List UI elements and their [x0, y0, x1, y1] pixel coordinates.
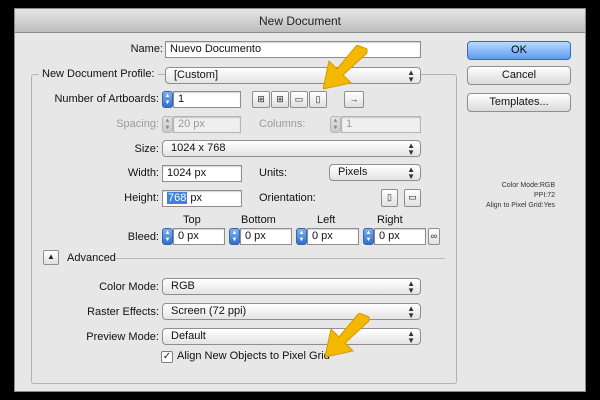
arrange-by-column-icon[interactable]: ▯: [309, 91, 327, 108]
units-label: Units:: [259, 167, 288, 179]
popup-arrows-icon: ▲ ▼: [407, 304, 415, 320]
popup-arrows-icon: ▲ ▼: [407, 329, 415, 345]
advanced-label: Advanced: [67, 252, 116, 264]
ok-button[interactable]: OK: [467, 41, 571, 60]
bleed-top-stepper[interactable]: ▲ ▼: [162, 228, 173, 245]
height-unit-text: px: [187, 192, 203, 204]
right-to-left-layout-icon[interactable]: →: [344, 91, 364, 108]
arrange-by-row-icon[interactable]: ▭: [290, 91, 308, 108]
advanced-divider: [115, 258, 445, 259]
size-value: 1024 x 768: [171, 142, 226, 154]
preview-mode-popup[interactable]: Default ▲ ▼: [162, 328, 421, 345]
spacing-stepper[interactable]: ▲ ▼: [162, 116, 173, 133]
bleed-left-input[interactable]: 0 px: [307, 228, 359, 245]
spacing-input[interactable]: 20 px: [173, 116, 241, 133]
name-label: Name:: [130, 43, 163, 55]
raster-effects-popup[interactable]: Screen (72 ppi) ▲ ▼: [162, 303, 421, 320]
new-document-dialog: New Document Name: Nuevo Documento New D…: [14, 8, 586, 392]
advanced-toggle-icon[interactable]: ▲: [43, 250, 59, 265]
popup-arrows-icon: ▲ ▼: [407, 68, 415, 84]
color-mode-label: Color Mode:: [99, 281, 159, 293]
color-mode-value: RGB: [171, 280, 195, 292]
bleed-header-left: Left: [317, 214, 336, 226]
align-pixel-grid-label[interactable]: Align New Objects to Pixel Grid: [177, 350, 330, 362]
bleed-header-right: Right: [377, 214, 403, 226]
cancel-button[interactable]: Cancel: [467, 66, 571, 85]
units-popup[interactable]: Pixels ▲ ▼: [329, 164, 421, 181]
bleed-right-input[interactable]: 0 px: [374, 228, 426, 245]
size-label: Size:: [134, 143, 159, 155]
columns-label: Columns:: [259, 118, 306, 130]
preview-mode-value: Default: [171, 330, 206, 342]
summary-color-mode: Color Mode:RGB: [501, 182, 555, 189]
artboards-label: Number of Artboards:: [54, 93, 159, 105]
profile-label: New Document Profile:: [39, 68, 158, 80]
columns-input[interactable]: 1: [341, 116, 421, 133]
height-label: Height:: [124, 192, 159, 204]
bleed-bottom-stepper[interactable]: ▲ ▼: [229, 228, 240, 245]
annotation-arrow-icon: [323, 45, 368, 90]
templates-button[interactable]: Templates...: [467, 93, 571, 112]
color-mode-popup[interactable]: RGB ▲ ▼: [162, 278, 421, 295]
portrait-icon[interactable]: ▯: [381, 189, 398, 207]
popup-arrows-icon: ▲ ▼: [407, 141, 415, 157]
bleed-left-stepper[interactable]: ▲ ▼: [296, 228, 307, 245]
height-selected-text: 768: [167, 192, 188, 204]
profile-value: [Custom]: [174, 69, 219, 81]
bleed-top-input[interactable]: 0 px: [173, 228, 225, 245]
link-bleed-icon[interactable]: ∞: [428, 228, 440, 245]
orientation-label: Orientation:: [259, 192, 316, 204]
preview-mode-label: Preview Mode:: [86, 331, 159, 343]
spacing-label: Spacing:: [116, 118, 159, 130]
landscape-icon[interactable]: ▭: [404, 189, 421, 207]
raster-effects-label: Raster Effects:: [87, 306, 159, 318]
artboards-stepper[interactable]: ▲ ▼: [162, 91, 173, 108]
document-summary: Color Mode:RGB PPI:72 Align to Pixel Gri…: [445, 181, 555, 211]
columns-stepper[interactable]: ▲ ▼: [330, 116, 341, 133]
bleed-label: Bleed:: [127, 231, 159, 243]
name-input[interactable]: Nuevo Documento: [165, 41, 421, 58]
dialog-title: New Document: [15, 9, 585, 33]
raster-effects-value: Screen (72 ppi): [171, 305, 247, 317]
popup-arrows-icon: ▲ ▼: [407, 279, 415, 295]
width-label: Width:: [127, 167, 159, 179]
annotation-arrow-icon: [325, 313, 370, 358]
bleed-header-bottom: Bottom: [241, 214, 276, 226]
summary-align: Align to Pixel Grid:Yes: [486, 202, 555, 209]
units-value: Pixels: [338, 166, 368, 178]
summary-ppi: PPI:72: [533, 192, 555, 199]
profile-popup[interactable]: [Custom] ▲ ▼: [165, 67, 421, 84]
bleed-right-stepper[interactable]: ▲ ▼: [363, 228, 374, 245]
align-pixel-grid-checkbox[interactable]: ✓: [161, 351, 173, 363]
grid-by-row-icon[interactable]: ⊞: [252, 91, 270, 108]
size-popup[interactable]: 1024 x 768 ▲ ▼: [162, 140, 421, 157]
artboards-input[interactable]: 1: [173, 91, 241, 108]
popup-arrows-icon: ▲ ▼: [407, 165, 415, 181]
bleed-bottom-input[interactable]: 0 px: [240, 228, 292, 245]
grid-by-column-icon[interactable]: ⊞: [271, 91, 289, 108]
bleed-header-top: Top: [183, 214, 201, 226]
height-input[interactable]: 768 px: [162, 190, 242, 207]
width-input[interactable]: 1024 px: [162, 165, 242, 182]
